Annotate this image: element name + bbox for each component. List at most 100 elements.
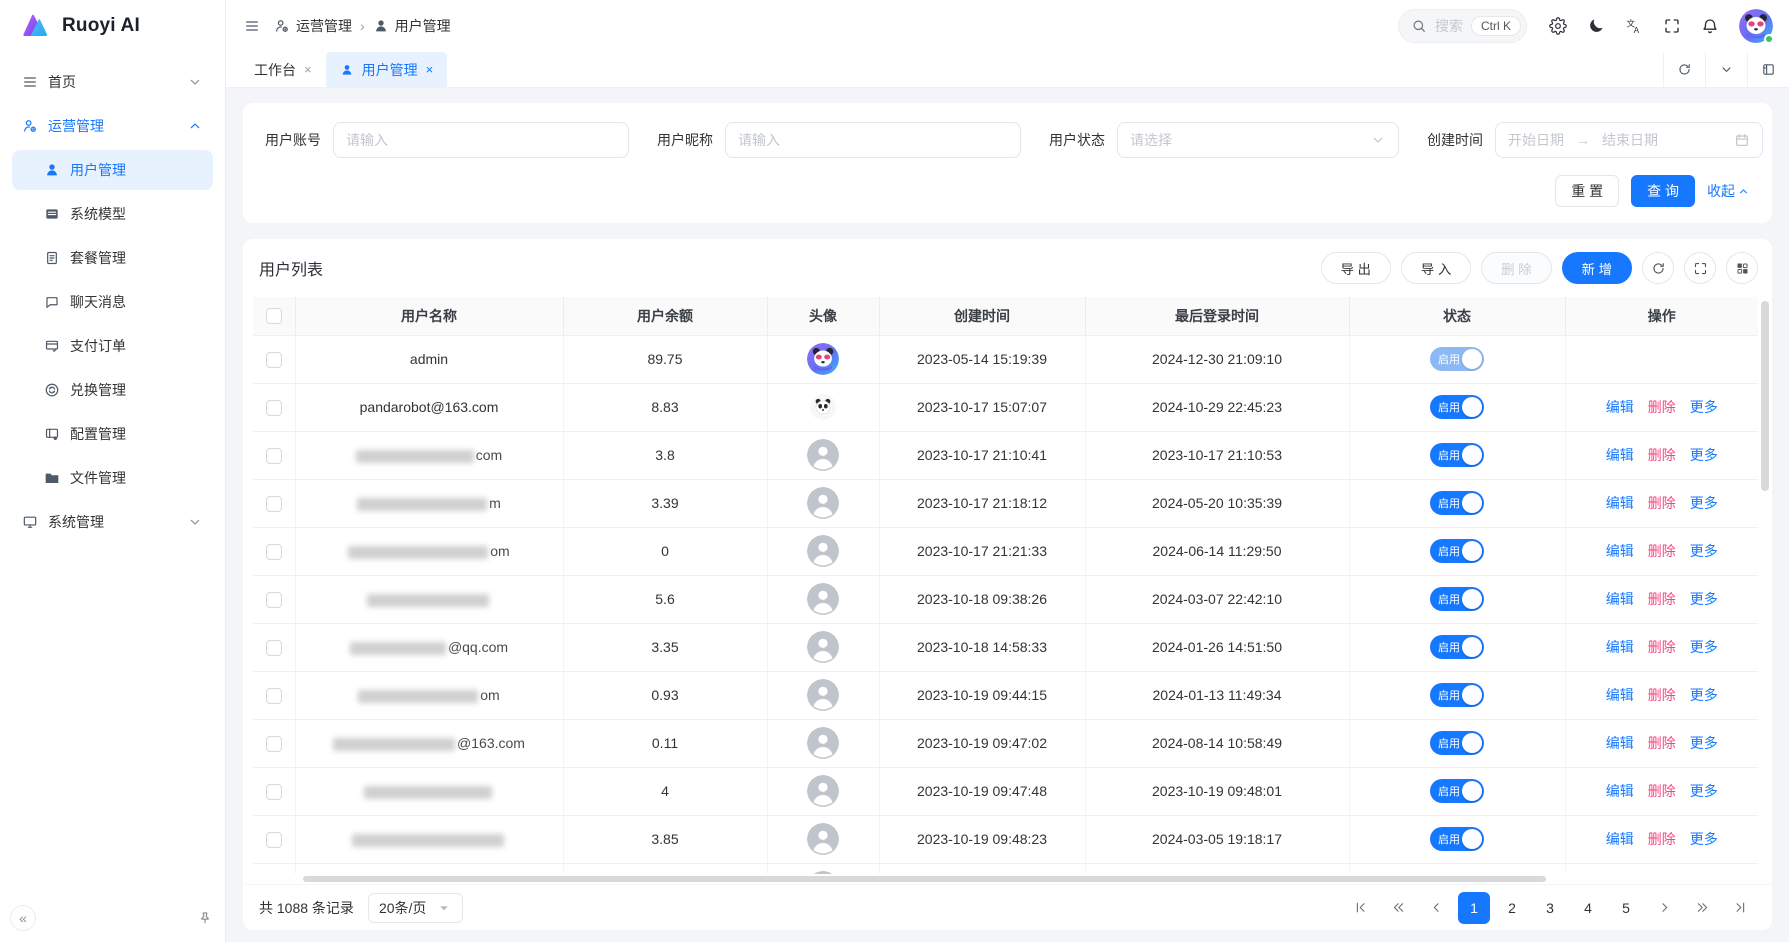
page-forward5-button[interactable] bbox=[1686, 892, 1718, 924]
global-search[interactable]: 搜索 Ctrl K bbox=[1398, 9, 1527, 43]
horizontal-scrollbar-thumb[interactable] bbox=[303, 876, 1546, 882]
row-checkbox[interactable] bbox=[266, 352, 282, 368]
status-select[interactable]: 请选择 bbox=[1117, 122, 1399, 158]
tab-user-management[interactable]: 用户管理 × bbox=[326, 52, 448, 87]
edit-link[interactable]: 编辑 bbox=[1606, 591, 1634, 607]
delete-link[interactable]: 删除 bbox=[1648, 399, 1676, 415]
status-toggle[interactable]: 启用 bbox=[1430, 347, 1484, 371]
edit-link[interactable]: 编辑 bbox=[1606, 783, 1634, 799]
more-link[interactable]: 更多 bbox=[1690, 591, 1718, 607]
delete-link[interactable]: 删除 bbox=[1648, 783, 1676, 799]
page-prev-button[interactable] bbox=[1420, 892, 1452, 924]
status-toggle[interactable]: 启用 bbox=[1430, 395, 1484, 419]
table-refresh-button[interactable] bbox=[1642, 252, 1674, 284]
delete-link[interactable]: 删除 bbox=[1648, 735, 1676, 751]
dark-mode-button[interactable] bbox=[1579, 9, 1613, 43]
close-icon[interactable]: × bbox=[426, 62, 434, 77]
reset-button[interactable]: 重 置 bbox=[1555, 175, 1619, 207]
vertical-scrollbar[interactable] bbox=[1761, 301, 1769, 491]
edit-link[interactable]: 编辑 bbox=[1606, 447, 1634, 463]
status-toggle[interactable]: 启用 bbox=[1430, 683, 1484, 707]
more-link[interactable]: 更多 bbox=[1690, 639, 1718, 655]
fullscreen-button[interactable] bbox=[1655, 9, 1689, 43]
edit-link[interactable]: 编辑 bbox=[1606, 543, 1634, 559]
page-number-3[interactable]: 3 bbox=[1534, 892, 1566, 924]
tab-screen-button[interactable] bbox=[1747, 52, 1789, 87]
logo[interactable]: Ruoyi AI bbox=[0, 0, 225, 52]
row-checkbox[interactable] bbox=[266, 832, 282, 848]
delete-link[interactable]: 删除 bbox=[1648, 687, 1676, 703]
edit-link[interactable]: 编辑 bbox=[1606, 831, 1634, 847]
account-input[interactable]: 请输入 bbox=[333, 122, 629, 158]
export-button[interactable]: 导 出 bbox=[1321, 252, 1391, 284]
sidebar-item-home[interactable]: 首页 bbox=[12, 62, 213, 102]
sidebar-item-config-management[interactable]: 配置管理 bbox=[12, 414, 213, 454]
tab-refresh-button[interactable] bbox=[1663, 52, 1705, 87]
delete-link[interactable]: 删除 bbox=[1648, 495, 1676, 511]
page-size-select[interactable]: 20条/页 bbox=[368, 893, 463, 923]
delete-link[interactable]: 删除 bbox=[1648, 543, 1676, 559]
user-avatar[interactable] bbox=[1739, 9, 1773, 43]
nickname-input[interactable]: 请输入 bbox=[725, 122, 1021, 158]
more-link[interactable]: 更多 bbox=[1690, 687, 1718, 703]
row-checkbox[interactable] bbox=[266, 544, 282, 560]
delete-button[interactable]: 删 除 bbox=[1481, 252, 1551, 284]
sidebar-collapse-button[interactable]: « bbox=[10, 905, 36, 931]
delete-link[interactable]: 删除 bbox=[1648, 591, 1676, 607]
more-link[interactable]: 更多 bbox=[1690, 447, 1718, 463]
row-checkbox[interactable] bbox=[266, 736, 282, 752]
query-button[interactable]: 查 询 bbox=[1631, 175, 1695, 207]
page-number-2[interactable]: 2 bbox=[1496, 892, 1528, 924]
delete-link[interactable]: 删除 bbox=[1648, 639, 1676, 655]
tab-dropdown-button[interactable] bbox=[1705, 52, 1747, 87]
status-toggle[interactable]: 启用 bbox=[1430, 443, 1484, 467]
more-link[interactable]: 更多 bbox=[1690, 783, 1718, 799]
status-toggle[interactable]: 启用 bbox=[1430, 587, 1484, 611]
delete-link[interactable]: 删除 bbox=[1648, 831, 1676, 847]
sidebar-item-redeem-management[interactable]: 兑换管理 bbox=[12, 370, 213, 410]
add-button[interactable]: 新 增 bbox=[1562, 252, 1632, 284]
notifications-button[interactable] bbox=[1693, 9, 1727, 43]
page-number-1[interactable]: 1 bbox=[1458, 892, 1490, 924]
table-columns-button[interactable] bbox=[1726, 252, 1758, 284]
language-button[interactable]: 文A bbox=[1617, 9, 1651, 43]
sidebar-item-user-management[interactable]: 用户管理 bbox=[12, 150, 213, 190]
more-link[interactable]: 更多 bbox=[1690, 735, 1718, 751]
edit-link[interactable]: 编辑 bbox=[1606, 687, 1634, 703]
row-checkbox[interactable] bbox=[266, 784, 282, 800]
row-checkbox[interactable] bbox=[266, 400, 282, 416]
sidebar-item-system[interactable]: 系统管理 bbox=[12, 502, 213, 542]
sidebar-item-chat-messages[interactable]: 聊天消息 bbox=[12, 282, 213, 322]
sidebar-item-file-management[interactable]: 文件管理 bbox=[12, 458, 213, 498]
breadcrumb-user-management[interactable]: 用户管理 bbox=[373, 16, 451, 36]
status-toggle[interactable]: 启用 bbox=[1430, 635, 1484, 659]
import-button[interactable]: 导 入 bbox=[1401, 252, 1471, 284]
row-checkbox[interactable] bbox=[266, 640, 282, 656]
edit-link[interactable]: 编辑 bbox=[1606, 495, 1634, 511]
page-next-button[interactable] bbox=[1648, 892, 1680, 924]
page-number-4[interactable]: 4 bbox=[1572, 892, 1604, 924]
sidebar-toggle-icon[interactable] bbox=[244, 18, 260, 34]
row-checkbox[interactable] bbox=[266, 592, 282, 608]
edit-link[interactable]: 编辑 bbox=[1606, 639, 1634, 655]
status-toggle[interactable]: 启用 bbox=[1430, 779, 1484, 803]
page-first-button[interactable] bbox=[1344, 892, 1376, 924]
more-link[interactable]: 更多 bbox=[1690, 543, 1718, 559]
delete-link[interactable]: 删除 bbox=[1648, 447, 1676, 463]
sidebar-item-payment-orders[interactable]: 支付订单 bbox=[12, 326, 213, 366]
pin-icon[interactable] bbox=[197, 910, 213, 926]
sidebar-item-operations[interactable]: 运营管理 bbox=[12, 106, 213, 146]
row-checkbox[interactable] bbox=[266, 448, 282, 464]
more-link[interactable]: 更多 bbox=[1690, 495, 1718, 511]
page-last-button[interactable] bbox=[1724, 892, 1756, 924]
status-toggle[interactable]: 启用 bbox=[1430, 827, 1484, 851]
table-fullscreen-button[interactable] bbox=[1684, 252, 1716, 284]
row-checkbox[interactable] bbox=[266, 496, 282, 512]
row-checkbox[interactable] bbox=[266, 688, 282, 704]
page-back5-button[interactable] bbox=[1382, 892, 1414, 924]
edit-link[interactable]: 编辑 bbox=[1606, 399, 1634, 415]
sidebar-item-package-management[interactable]: 套餐管理 bbox=[12, 238, 213, 278]
more-link[interactable]: 更多 bbox=[1690, 399, 1718, 415]
close-icon[interactable]: × bbox=[304, 62, 312, 77]
tab-workbench[interactable]: 工作台 × bbox=[240, 52, 326, 87]
